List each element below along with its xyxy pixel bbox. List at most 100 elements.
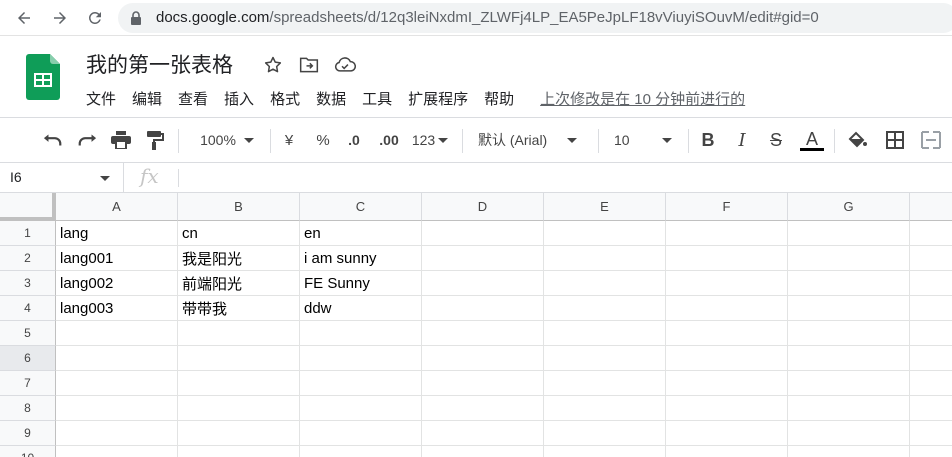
- strikethrough-button[interactable]: S: [764, 127, 788, 153]
- name-box[interactable]: I6: [0, 163, 124, 193]
- menu-insert[interactable]: 插入: [224, 88, 254, 109]
- text-color-button[interactable]: A: [798, 127, 826, 153]
- cell-c4[interactable]: ddw: [300, 296, 422, 321]
- cell-c9[interactable]: [300, 421, 422, 446]
- cell-h5[interactable]: [910, 321, 952, 346]
- cell-d8[interactable]: [422, 396, 544, 421]
- cell-h7[interactable]: [910, 371, 952, 396]
- print-icon[interactable]: [108, 127, 134, 153]
- percent-format-button[interactable]: %: [312, 127, 334, 153]
- cell-a5[interactable]: [56, 321, 178, 346]
- cell-f10[interactable]: [666, 446, 788, 457]
- font-family-select[interactable]: 默认 (Arial): [478, 127, 590, 153]
- cell-g1[interactable]: [788, 221, 910, 246]
- cell-e1[interactable]: [544, 221, 666, 246]
- document-title[interactable]: 我的第一张表格: [86, 49, 233, 79]
- row-header-9[interactable]: 9: [0, 421, 56, 446]
- move-folder-icon[interactable]: [298, 54, 320, 76]
- column-header-g[interactable]: G: [788, 193, 910, 221]
- cell-b9[interactable]: [178, 421, 300, 446]
- column-header-d[interactable]: D: [422, 193, 544, 221]
- paint-format-icon[interactable]: [142, 127, 168, 153]
- cell-c5[interactable]: [300, 321, 422, 346]
- cell-g4[interactable]: [788, 296, 910, 321]
- cell-d10[interactable]: [422, 446, 544, 457]
- cell-b7[interactable]: [178, 371, 300, 396]
- column-header-f[interactable]: F: [666, 193, 788, 221]
- cell-f6[interactable]: [666, 346, 788, 371]
- menu-help[interactable]: 帮助: [484, 88, 514, 109]
- cell-a2[interactable]: lang001: [56, 246, 178, 271]
- cell-g6[interactable]: [788, 346, 910, 371]
- cell-d1[interactable]: [422, 221, 544, 246]
- address-bar[interactable]: docs.google.com/spreadsheets/d/12q3leiNx…: [118, 3, 952, 33]
- cell-e10[interactable]: [544, 446, 666, 457]
- cell-b3[interactable]: 前端阳光: [178, 271, 300, 296]
- cell-h4[interactable]: [910, 296, 952, 321]
- fill-color-icon[interactable]: [844, 127, 870, 153]
- cell-g3[interactable]: [788, 271, 910, 296]
- cell-b1[interactable]: cn: [178, 221, 300, 246]
- cell-c7[interactable]: [300, 371, 422, 396]
- cell-h2[interactable]: [910, 246, 952, 271]
- more-formats-select[interactable]: 123: [410, 127, 450, 153]
- cell-b6[interactable]: [178, 346, 300, 371]
- redo-icon[interactable]: [74, 127, 100, 153]
- cell-a3[interactable]: lang002: [56, 271, 178, 296]
- menu-file[interactable]: 文件: [86, 88, 116, 109]
- cell-g8[interactable]: [788, 396, 910, 421]
- row-header-6[interactable]: 6: [0, 346, 56, 371]
- cell-b5[interactable]: [178, 321, 300, 346]
- cell-d2[interactable]: [422, 246, 544, 271]
- menu-data[interactable]: 数据: [316, 88, 346, 109]
- cell-d3[interactable]: [422, 271, 544, 296]
- cell-f4[interactable]: [666, 296, 788, 321]
- row-header-5[interactable]: 5: [0, 321, 56, 346]
- row-header-8[interactable]: 8: [0, 396, 56, 421]
- cell-c10[interactable]: [300, 446, 422, 457]
- column-header-overflow[interactable]: [910, 193, 952, 221]
- cell-h8[interactable]: [910, 396, 952, 421]
- cell-a1[interactable]: lang: [56, 221, 178, 246]
- merge-cells-icon[interactable]: [918, 127, 944, 153]
- cell-f3[interactable]: [666, 271, 788, 296]
- row-header-2[interactable]: 2: [0, 246, 56, 271]
- cell-a10[interactable]: [56, 446, 178, 457]
- borders-icon[interactable]: [882, 127, 908, 153]
- bold-button[interactable]: B: [696, 127, 720, 153]
- reload-icon[interactable]: [83, 6, 107, 30]
- cell-g5[interactable]: [788, 321, 910, 346]
- undo-icon[interactable]: [40, 127, 66, 153]
- cell-d9[interactable]: [422, 421, 544, 446]
- cell-c8[interactable]: [300, 396, 422, 421]
- cell-h10[interactable]: [910, 446, 952, 457]
- cell-a6[interactable]: [56, 346, 178, 371]
- cell-e8[interactable]: [544, 396, 666, 421]
- currency-format-button[interactable]: ¥: [278, 127, 300, 153]
- cell-c3[interactable]: FE Sunny: [300, 271, 422, 296]
- last-edit-link[interactable]: 上次修改是在 10 分钟前进行的: [540, 88, 745, 109]
- column-header-e[interactable]: E: [544, 193, 666, 221]
- menu-format[interactable]: 格式: [270, 88, 300, 109]
- cell-a7[interactable]: [56, 371, 178, 396]
- sheets-logo-icon[interactable]: [26, 54, 60, 105]
- cell-f5[interactable]: [666, 321, 788, 346]
- row-header-7[interactable]: 7: [0, 371, 56, 396]
- forward-icon[interactable]: [48, 6, 72, 30]
- row-header-3[interactable]: 3: [0, 271, 56, 296]
- font-size-select[interactable]: 10: [614, 127, 680, 153]
- cell-e7[interactable]: [544, 371, 666, 396]
- cell-h1[interactable]: [910, 221, 952, 246]
- cell-b8[interactable]: [178, 396, 300, 421]
- cloud-saved-icon[interactable]: [334, 54, 356, 76]
- menu-view[interactable]: 查看: [178, 88, 208, 109]
- menu-tools[interactable]: 工具: [362, 88, 392, 109]
- column-header-b[interactable]: B: [178, 193, 300, 221]
- cell-a4[interactable]: lang003: [56, 296, 178, 321]
- column-header-a[interactable]: A: [56, 193, 178, 221]
- cell-d6[interactable]: [422, 346, 544, 371]
- cell-h6[interactable]: [910, 346, 952, 371]
- cell-e4[interactable]: [544, 296, 666, 321]
- cell-f2[interactable]: [666, 246, 788, 271]
- cell-f9[interactable]: [666, 421, 788, 446]
